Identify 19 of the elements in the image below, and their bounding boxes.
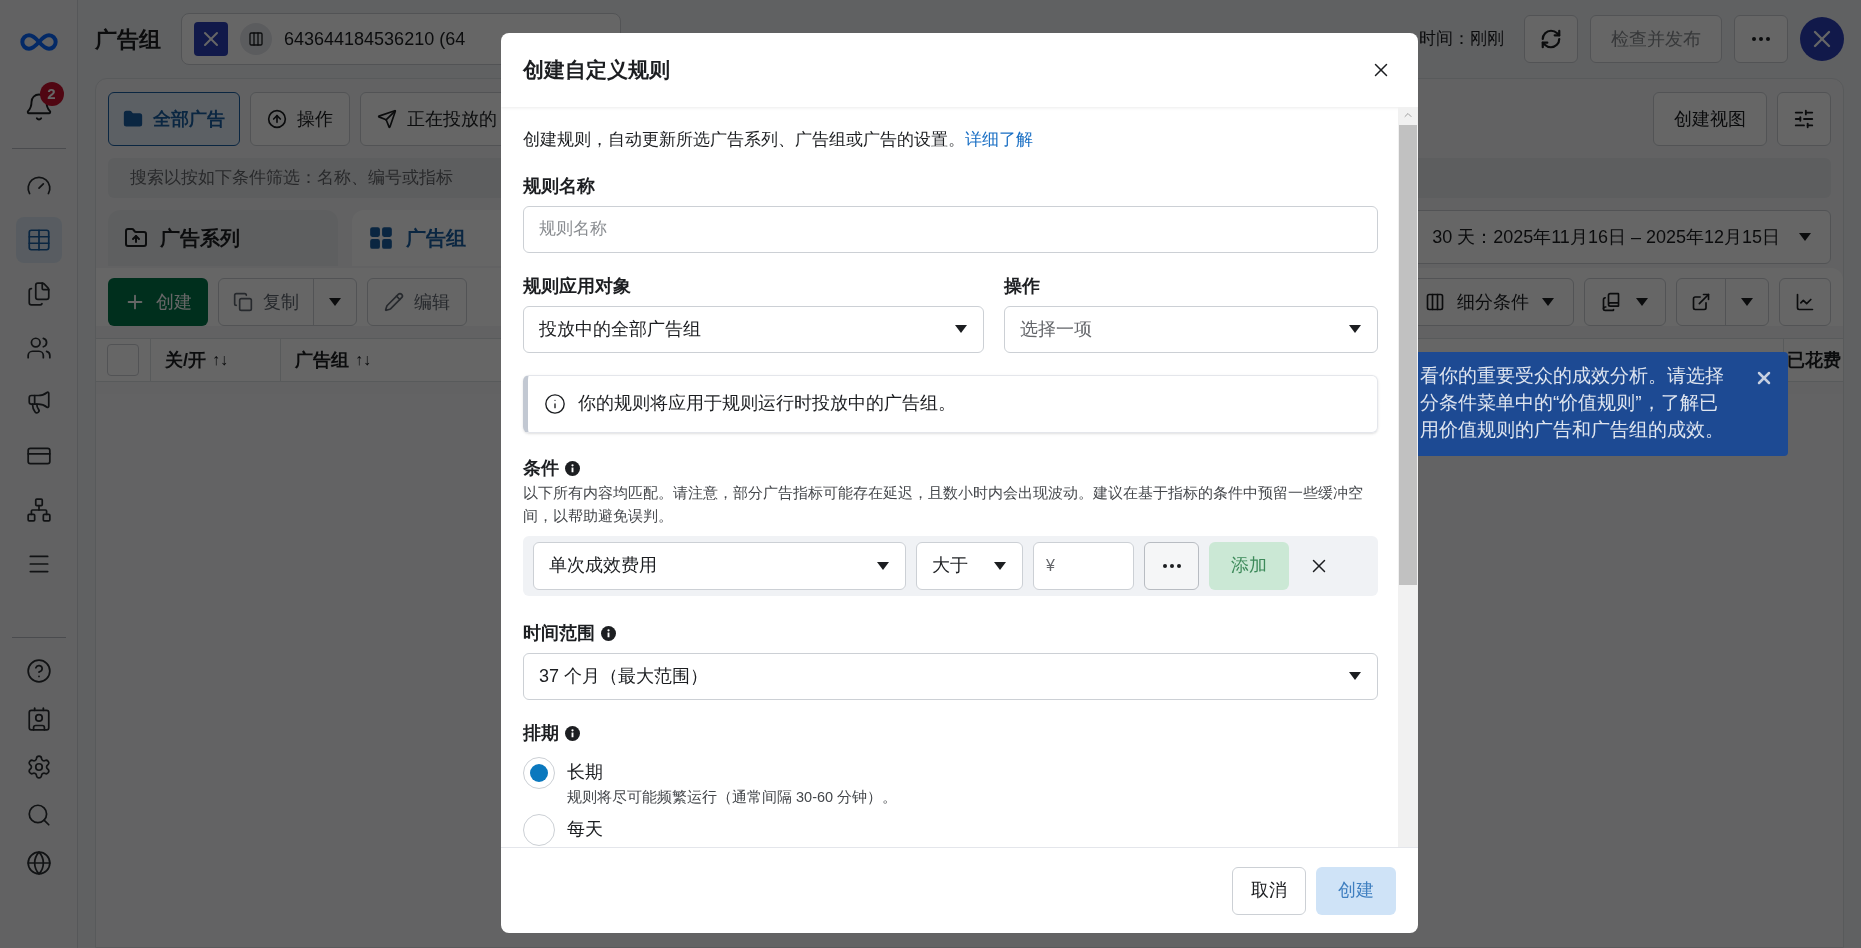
page-title: 广告组 — [95, 25, 161, 54]
field-label: 规则名称 — [523, 174, 596, 198]
tip-text-line: 分条件菜单中的“价值规则”，了解已 — [1420, 391, 1719, 415]
tip-text-line: 看你的重要受众的成效分析。请选择 — [1420, 364, 1724, 388]
updated-time: 时间：刚刚 — [1419, 28, 1504, 51]
section-label: 条件 — [523, 456, 559, 480]
radio-label: 每天 — [567, 818, 603, 842]
intro-text: 创建规则，自动更新所选广告系列、广告组或广告的设置。详细了解 — [523, 129, 1034, 151]
radio-description: 规则将尽可能频繁运行（通常间隔 30-60 分钟）。 — [567, 787, 898, 807]
radio-label: 长期 — [567, 760, 604, 784]
field-label: 规则应用对象 — [523, 274, 632, 298]
notification-count: 2 — [39, 82, 64, 106]
conditions-description: 以下所有内容均匹配。请注意，部分广告指标可能存在延迟，且数小时内会出现波动。建议在基于指标的条件中预留一些缓冲空间，以帮助避免误判。 — [523, 483, 1364, 526]
notice-text: 你的规则将应用于规则运行时投放中的广告组。 — [578, 392, 956, 415]
tip-text-line: 用价值规则的广告和广告组的成效。 — [1420, 418, 1724, 442]
field-label: 操作 — [1004, 274, 1041, 298]
section-label: 时间范围 — [523, 621, 595, 645]
section-label: 排期 — [523, 721, 559, 745]
account-id: 643644184536210 (64 — [284, 27, 466, 51]
